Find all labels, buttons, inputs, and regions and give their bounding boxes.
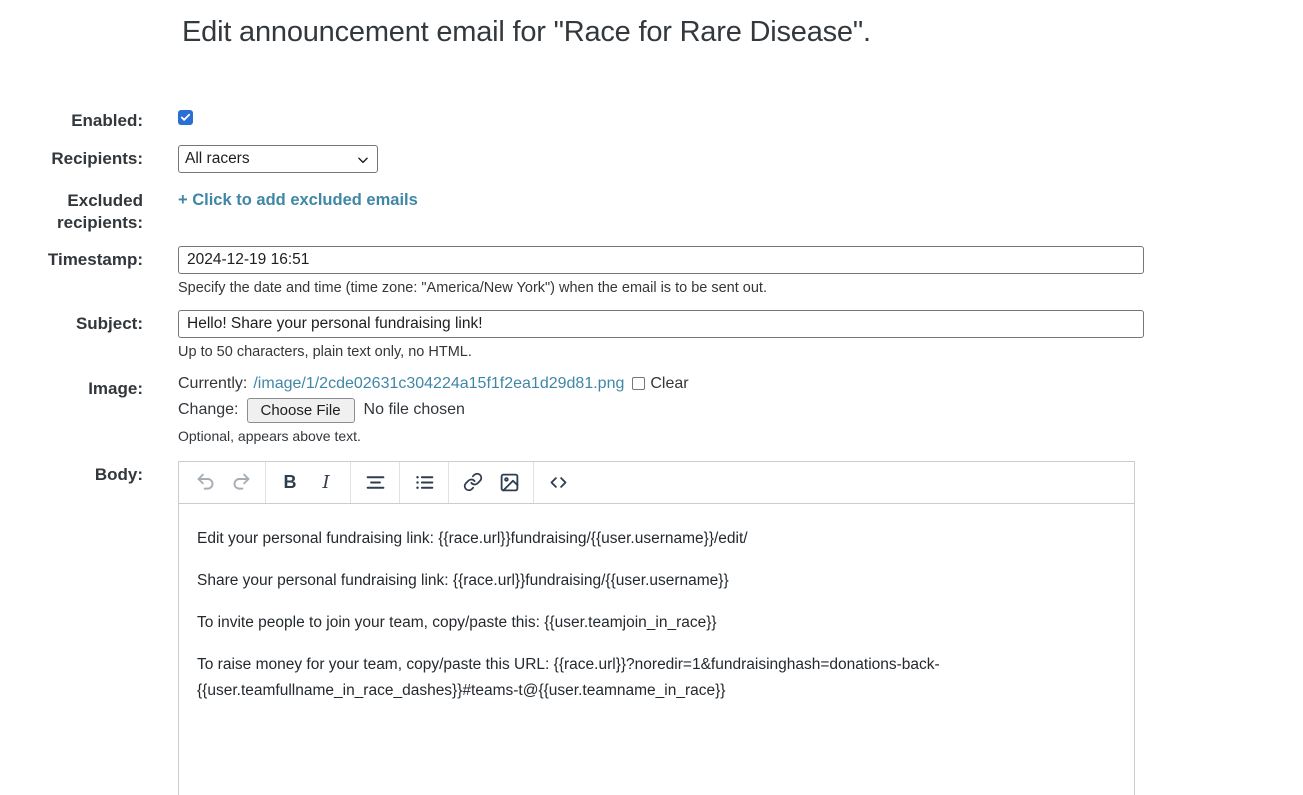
- enabled-row: Enabled:: [0, 107, 1303, 131]
- toolbar-separator: [350, 462, 351, 503]
- recipients-select[interactable]: All racers: [178, 145, 378, 173]
- align-center-button[interactable]: [360, 467, 390, 497]
- insert-image-button[interactable]: [494, 467, 524, 497]
- bullet-list-icon: [414, 472, 435, 493]
- undo-button[interactable]: [190, 467, 220, 497]
- enabled-checkbox[interactable]: [178, 110, 193, 125]
- undo-icon: [195, 472, 216, 493]
- editor-paragraph: Share your personal fundraising link: {{…: [197, 568, 1116, 594]
- subject-input[interactable]: [178, 310, 1144, 338]
- redo-icon: [231, 472, 252, 493]
- image-icon: [499, 472, 520, 493]
- toolbar-separator: [399, 462, 400, 503]
- no-file-chosen-text: No file chosen: [364, 401, 465, 419]
- editor-toolbar: B I: [179, 462, 1134, 504]
- toolbar-separator: [265, 462, 266, 503]
- editor-content-area[interactable]: Edit your personal fundraising link: {{r…: [179, 504, 1134, 704]
- code-icon: [548, 472, 569, 493]
- align-center-icon: [365, 472, 386, 493]
- subject-label: Subject:: [0, 310, 143, 334]
- chevron-down-icon: [356, 153, 370, 172]
- clear-image-checkbox[interactable]: [632, 377, 645, 390]
- editor-paragraph: To invite people to join your team, copy…: [197, 610, 1116, 636]
- rich-text-editor: B I: [178, 461, 1135, 795]
- toolbar-separator: [533, 462, 534, 503]
- choose-file-button[interactable]: Choose File: [247, 398, 355, 423]
- editor-paragraph: To raise money for your team, copy/paste…: [197, 652, 1116, 704]
- recipients-label: Recipients:: [0, 145, 143, 169]
- body-label: Body:: [0, 461, 143, 485]
- recipients-row: Recipients: All racers: [0, 145, 1303, 173]
- page-title: Edit announcement email for "Race for Ra…: [182, 16, 1303, 49]
- image-row: Image: Currently: /image/1/2cde02631c304…: [0, 375, 1303, 444]
- timestamp-label: Timestamp:: [0, 246, 143, 270]
- link-icon: [463, 472, 483, 492]
- current-image-link[interactable]: /image/1/2cde02631c304224a15f1f2ea1d29d8…: [253, 375, 624, 393]
- italic-button[interactable]: I: [311, 467, 341, 497]
- currently-label: Currently:: [178, 375, 247, 393]
- clear-label: Clear: [650, 375, 688, 393]
- code-view-button[interactable]: [543, 467, 573, 497]
- timestamp-help-text: Specify the date and time (time zone: "A…: [178, 280, 1144, 296]
- subject-help-text: Up to 50 characters, plain text only, no…: [178, 344, 1144, 360]
- enabled-label: Enabled:: [0, 107, 143, 131]
- body-row: Body: B I: [0, 461, 1303, 795]
- check-icon: [180, 112, 191, 123]
- bold-button[interactable]: B: [275, 467, 305, 497]
- image-label: Image:: [0, 375, 143, 399]
- redo-button[interactable]: [226, 467, 256, 497]
- editor-paragraph: Edit your personal fundraising link: {{r…: [197, 526, 1116, 552]
- link-button[interactable]: [458, 467, 488, 497]
- timestamp-input[interactable]: [178, 246, 1144, 274]
- image-help-text: Optional, appears above text.: [178, 428, 1144, 444]
- excluded-recipients-row: Excluded recipients: + Click to add excl…: [0, 187, 1303, 233]
- timestamp-row: Timestamp: Specify the date and time (ti…: [0, 246, 1303, 296]
- announcement-email-form: Enabled: Recipients: All racers Excluded…: [0, 107, 1303, 795]
- toolbar-separator: [448, 462, 449, 503]
- bullet-list-button[interactable]: [409, 467, 439, 497]
- add-excluded-emails-link[interactable]: + Click to add excluded emails: [178, 187, 418, 210]
- subject-row: Subject: Up to 50 characters, plain text…: [0, 310, 1303, 360]
- change-label: Change:: [178, 401, 239, 419]
- excluded-recipients-label: Excluded recipients:: [0, 187, 143, 233]
- recipients-selected-value: All racers: [185, 150, 250, 168]
